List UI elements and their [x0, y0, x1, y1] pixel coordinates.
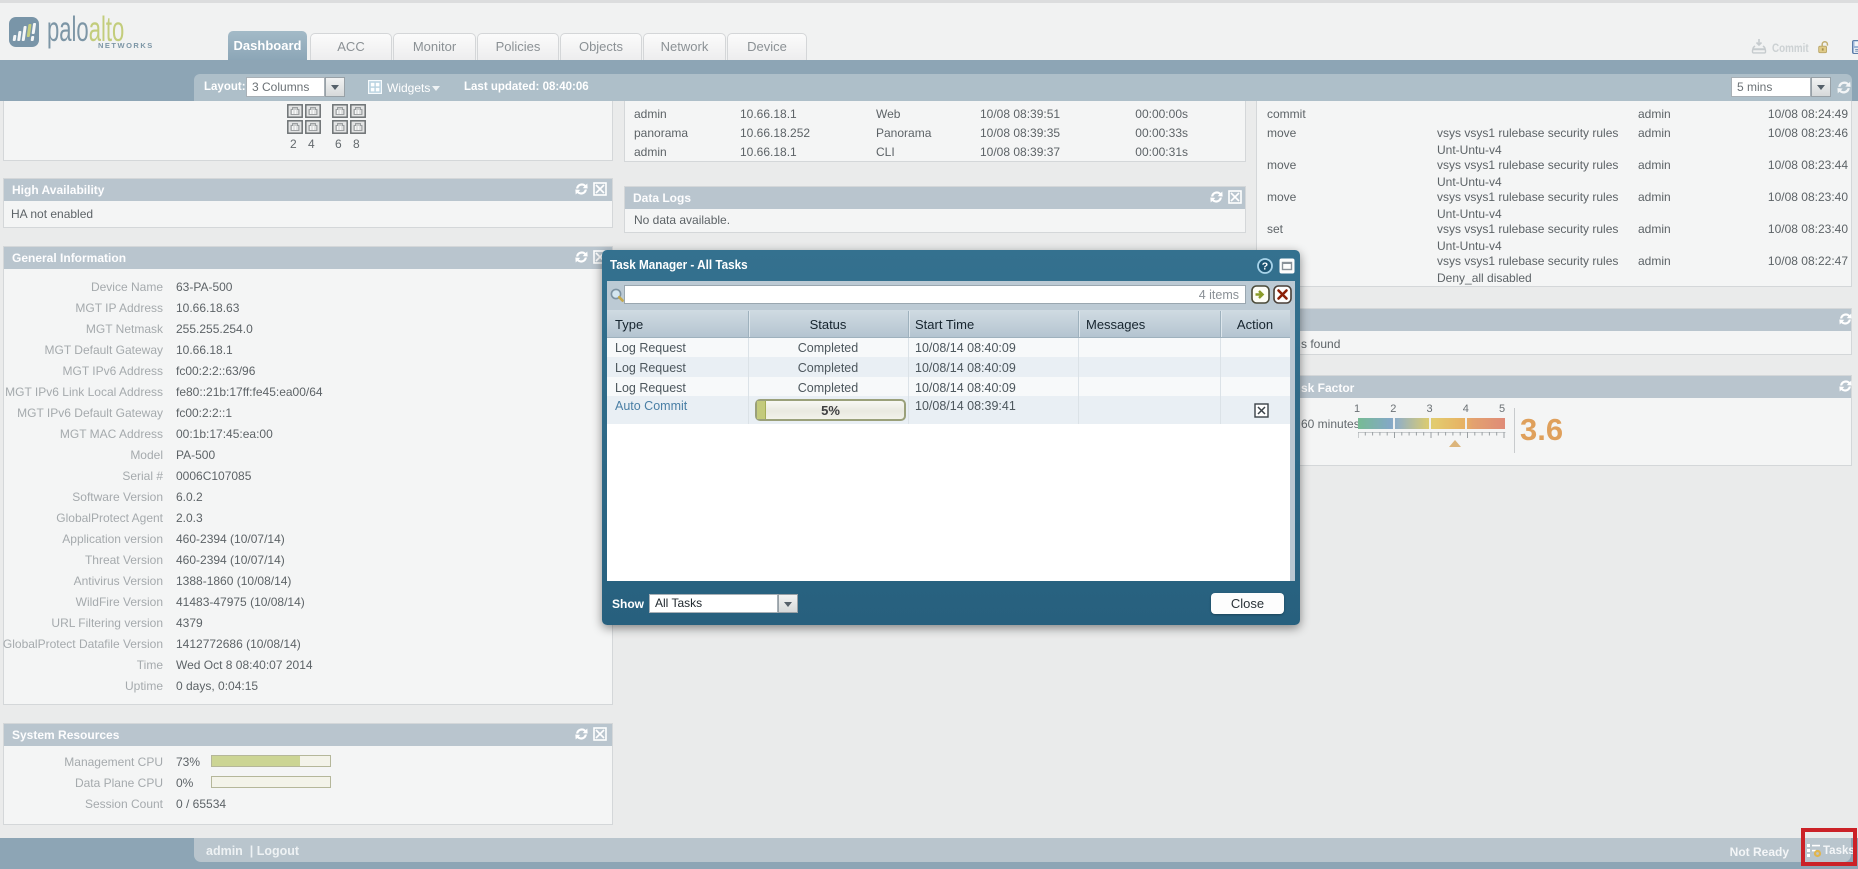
svg-text:?: ?: [1262, 261, 1268, 273]
